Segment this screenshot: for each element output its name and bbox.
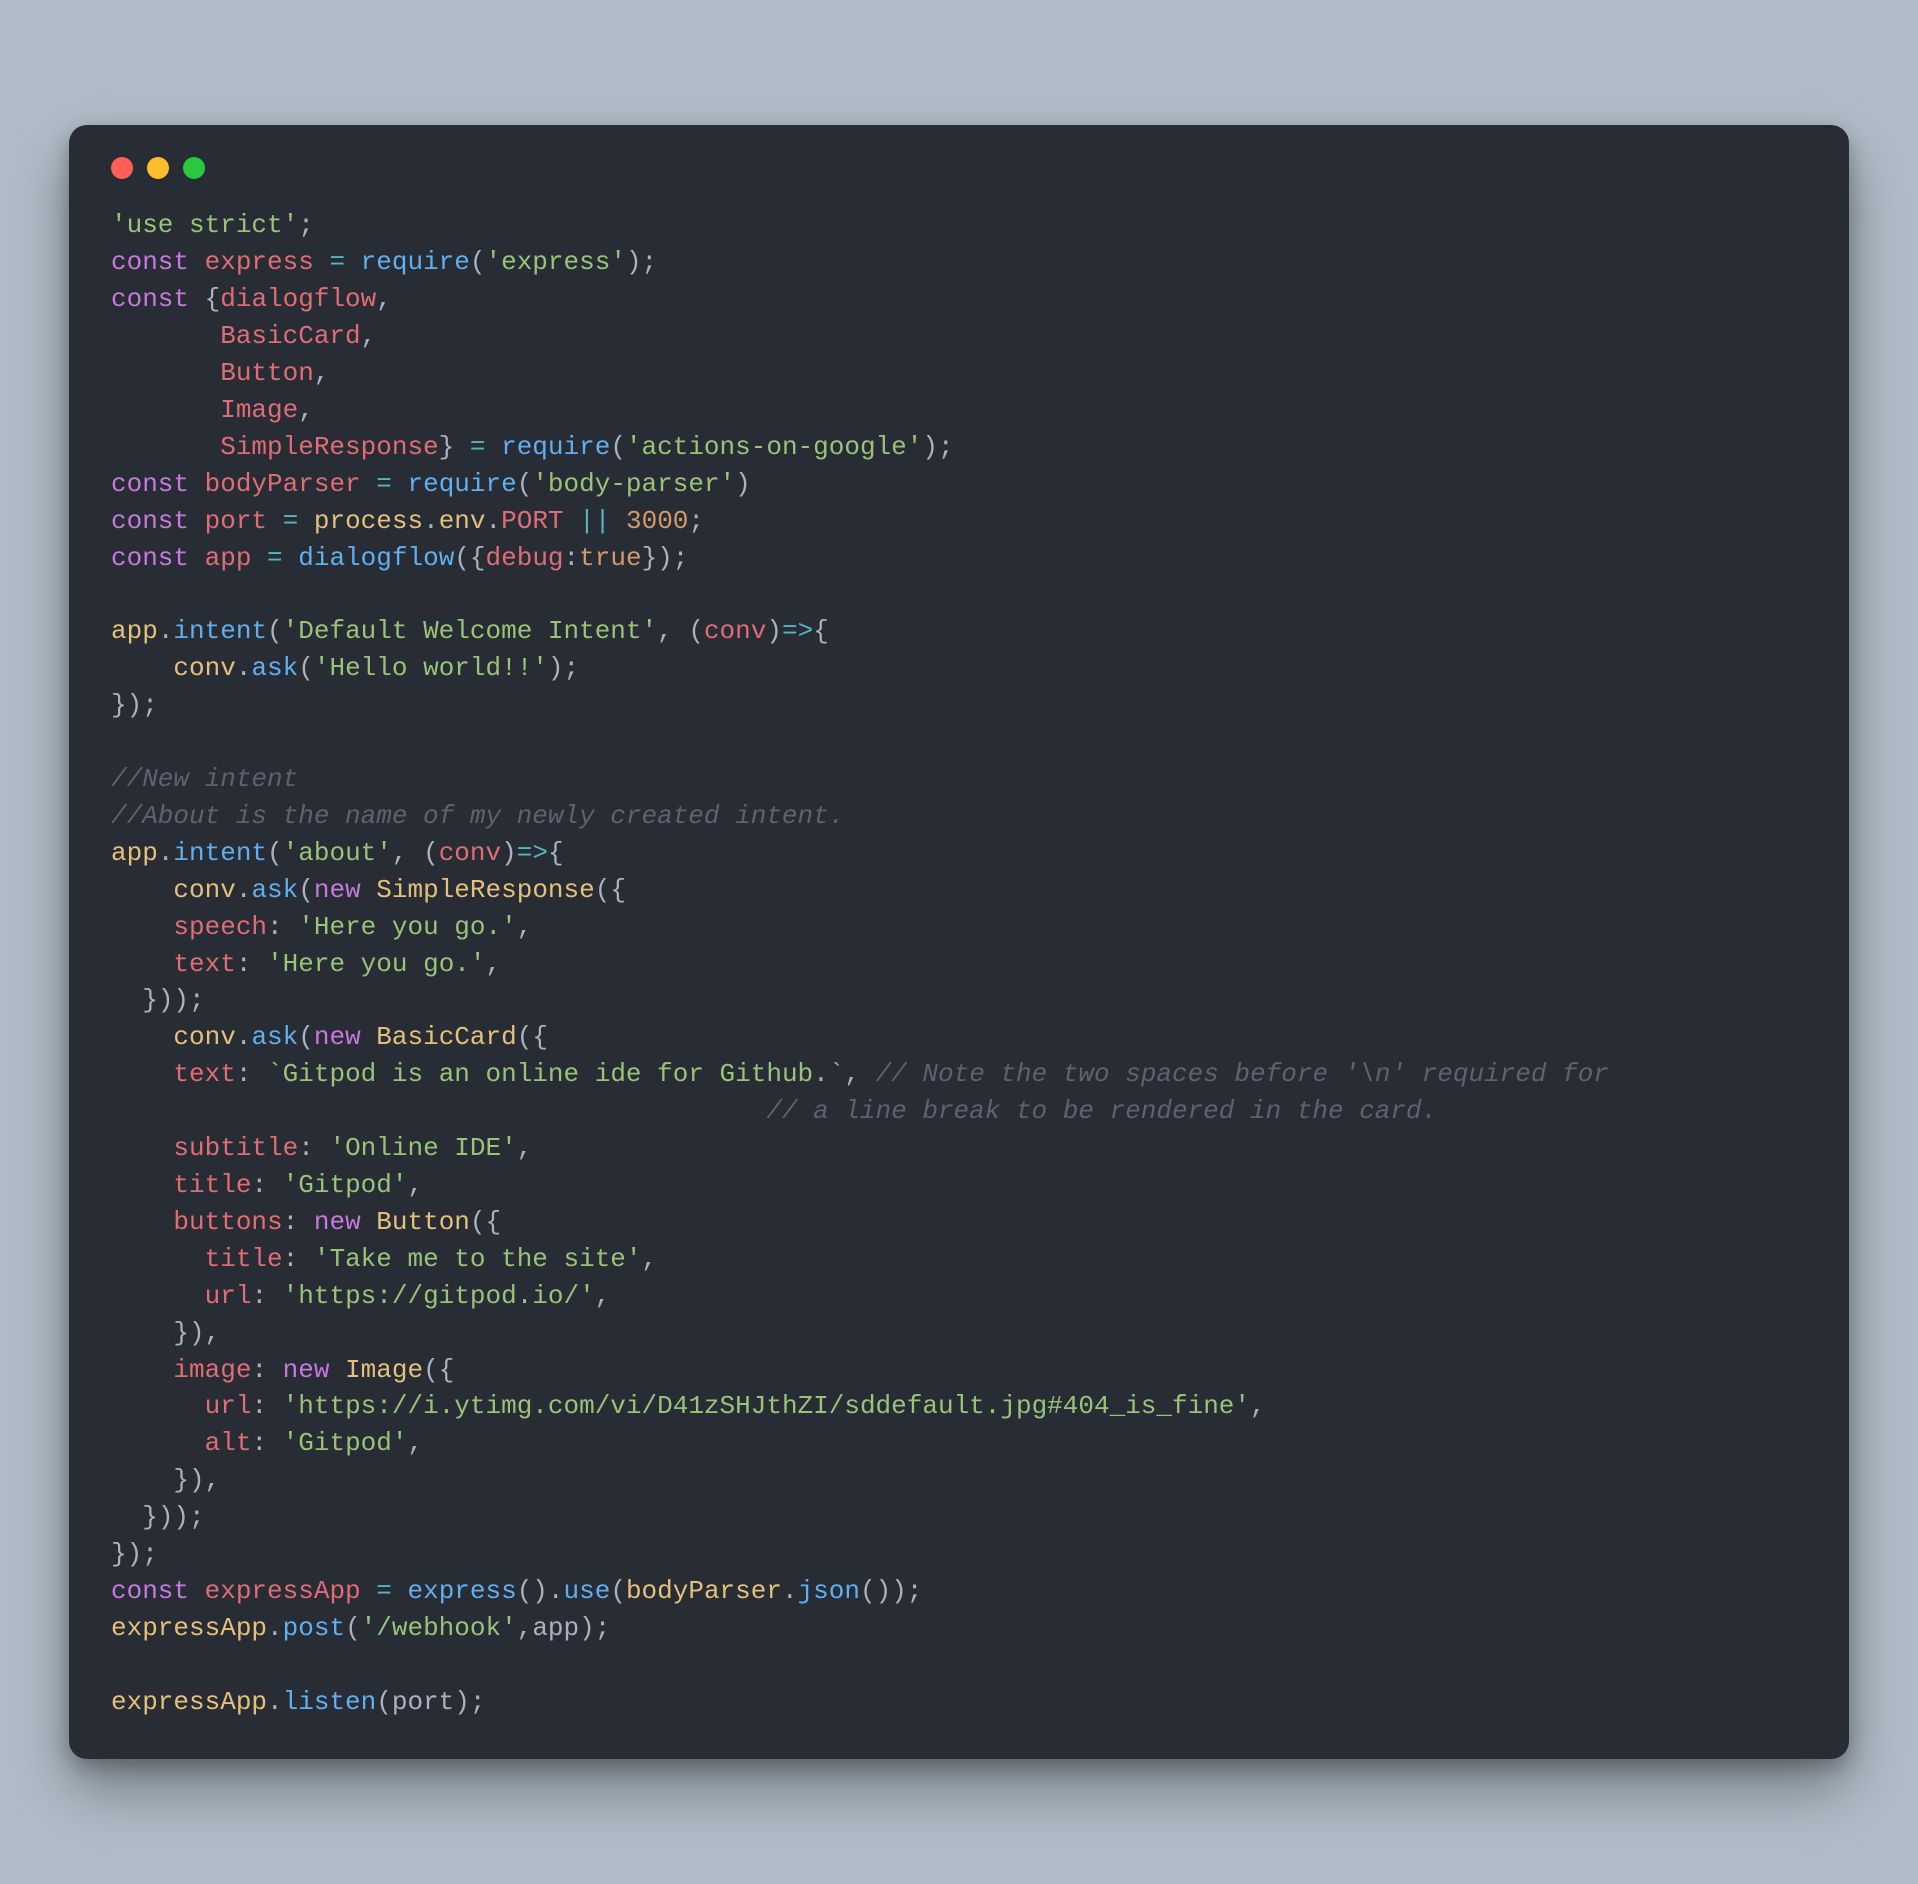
identifier: app [532,1613,579,1643]
key-title: title [173,1170,251,1200]
obj-app: app [111,616,158,646]
key-subtitle: subtitle [173,1133,298,1163]
string-literal: 'express' [486,247,626,277]
number-literal: 3000 [626,506,688,536]
obj-conv: conv [173,1022,235,1052]
key-url: url [205,1391,252,1421]
code-block: 'use strict'; const express = require('e… [111,207,1807,1720]
identifier: port [205,506,267,536]
fn-intent: intent [173,838,267,868]
identifier: Button [220,358,314,388]
string-literal: 'Here you go.' [267,949,485,979]
param-conv: conv [704,616,766,646]
key-speech: speech [173,912,267,942]
fn-json: json [798,1576,860,1606]
window-titlebar [111,157,1807,179]
keyword-new: new [314,1207,361,1237]
string-literal: 'https://gitpod.io/' [283,1281,595,1311]
comment: //New intent [111,764,298,794]
fn-intent: intent [173,616,267,646]
comment: // a line break to be rendered in the ca… [766,1096,1437,1126]
fn-ask: ask [251,1022,298,1052]
identifier: app [205,543,252,573]
keyword-const: const [111,247,189,277]
keyword-const: const [111,469,189,499]
obj-bodyparser: bodyParser [626,1576,782,1606]
class-image: Image [345,1355,423,1385]
param-conv: conv [439,838,501,868]
string-literal: 'use strict' [111,210,298,240]
fn-post: post [283,1613,345,1643]
obj-expressapp: expressApp [111,1613,267,1643]
prop-env: env [439,506,486,536]
string-literal: 'Gitpod' [283,1170,408,1200]
class-simpleresponse: SimpleResponse [376,875,594,905]
keyword-const: const [111,1576,189,1606]
key-title: title [205,1244,283,1274]
class-basiccard: BasicCard [376,1022,516,1052]
fn-ask: ask [251,875,298,905]
minimize-dot[interactable] [147,157,169,179]
string-literal: 'Online IDE' [329,1133,516,1163]
string-literal: 'https://i.ytimg.com/vi/D41zSHJthZI/sdde… [283,1391,1250,1421]
string-literal: `Gitpod is an online ide for Github.` [267,1059,844,1089]
string-literal: 'Default Welcome Intent' [283,616,657,646]
identifier: express [205,247,314,277]
key-alt: alt [205,1428,252,1458]
fn-use: use [564,1576,611,1606]
string-literal: 'Gitpod' [283,1428,408,1458]
identifier: SimpleResponse [220,432,438,462]
key-url: url [205,1281,252,1311]
bool-true: true [579,543,641,573]
keyword-new: new [283,1355,330,1385]
obj-conv: conv [173,875,235,905]
obj-app: app [111,838,158,868]
identifier: bodyParser [205,469,361,499]
fn-require: require [361,247,470,277]
fn-ask: ask [251,653,298,683]
key-buttons: buttons [173,1207,282,1237]
string-literal: '/webhook' [361,1613,517,1643]
prop-port: PORT [501,506,563,536]
identifier: port [392,1687,454,1717]
identifier: Image [220,395,298,425]
comment: // Note the two spaces before '\n' requi… [876,1059,1609,1089]
string-literal: 'Hello world!!' [314,653,548,683]
keyword-new: new [314,1022,361,1052]
keyword-const: const [111,284,189,314]
fn-dialogflow: dialogflow [298,543,454,573]
keyword-new: new [314,875,361,905]
identifier: expressApp [205,1576,361,1606]
keyword-const: const [111,506,189,536]
obj-conv: conv [173,653,235,683]
comment: //About is the name of my newly created … [111,801,844,831]
key-text: text [173,949,235,979]
key-image: image [173,1355,251,1385]
fn-require: require [501,432,610,462]
keyword-const: const [111,543,189,573]
identifier: BasicCard [220,321,360,351]
key-text: text [173,1059,235,1089]
code-window: 'use strict'; const express = require('e… [69,125,1849,1758]
class-button: Button [376,1207,470,1237]
string-literal: 'Take me to the site' [314,1244,642,1274]
key-debug: debug [486,543,564,573]
close-dot[interactable] [111,157,133,179]
identifier: dialogflow [220,284,376,314]
string-literal: 'about' [283,838,392,868]
string-literal: 'body-parser' [532,469,735,499]
zoom-dot[interactable] [183,157,205,179]
string-literal: 'actions-on-google' [626,432,922,462]
obj-process: process [314,506,423,536]
fn-express: express [407,1576,516,1606]
fn-require: require [407,469,516,499]
string-literal: 'Here you go.' [298,912,516,942]
obj-expressapp: expressApp [111,1687,267,1717]
fn-listen: listen [283,1687,377,1717]
